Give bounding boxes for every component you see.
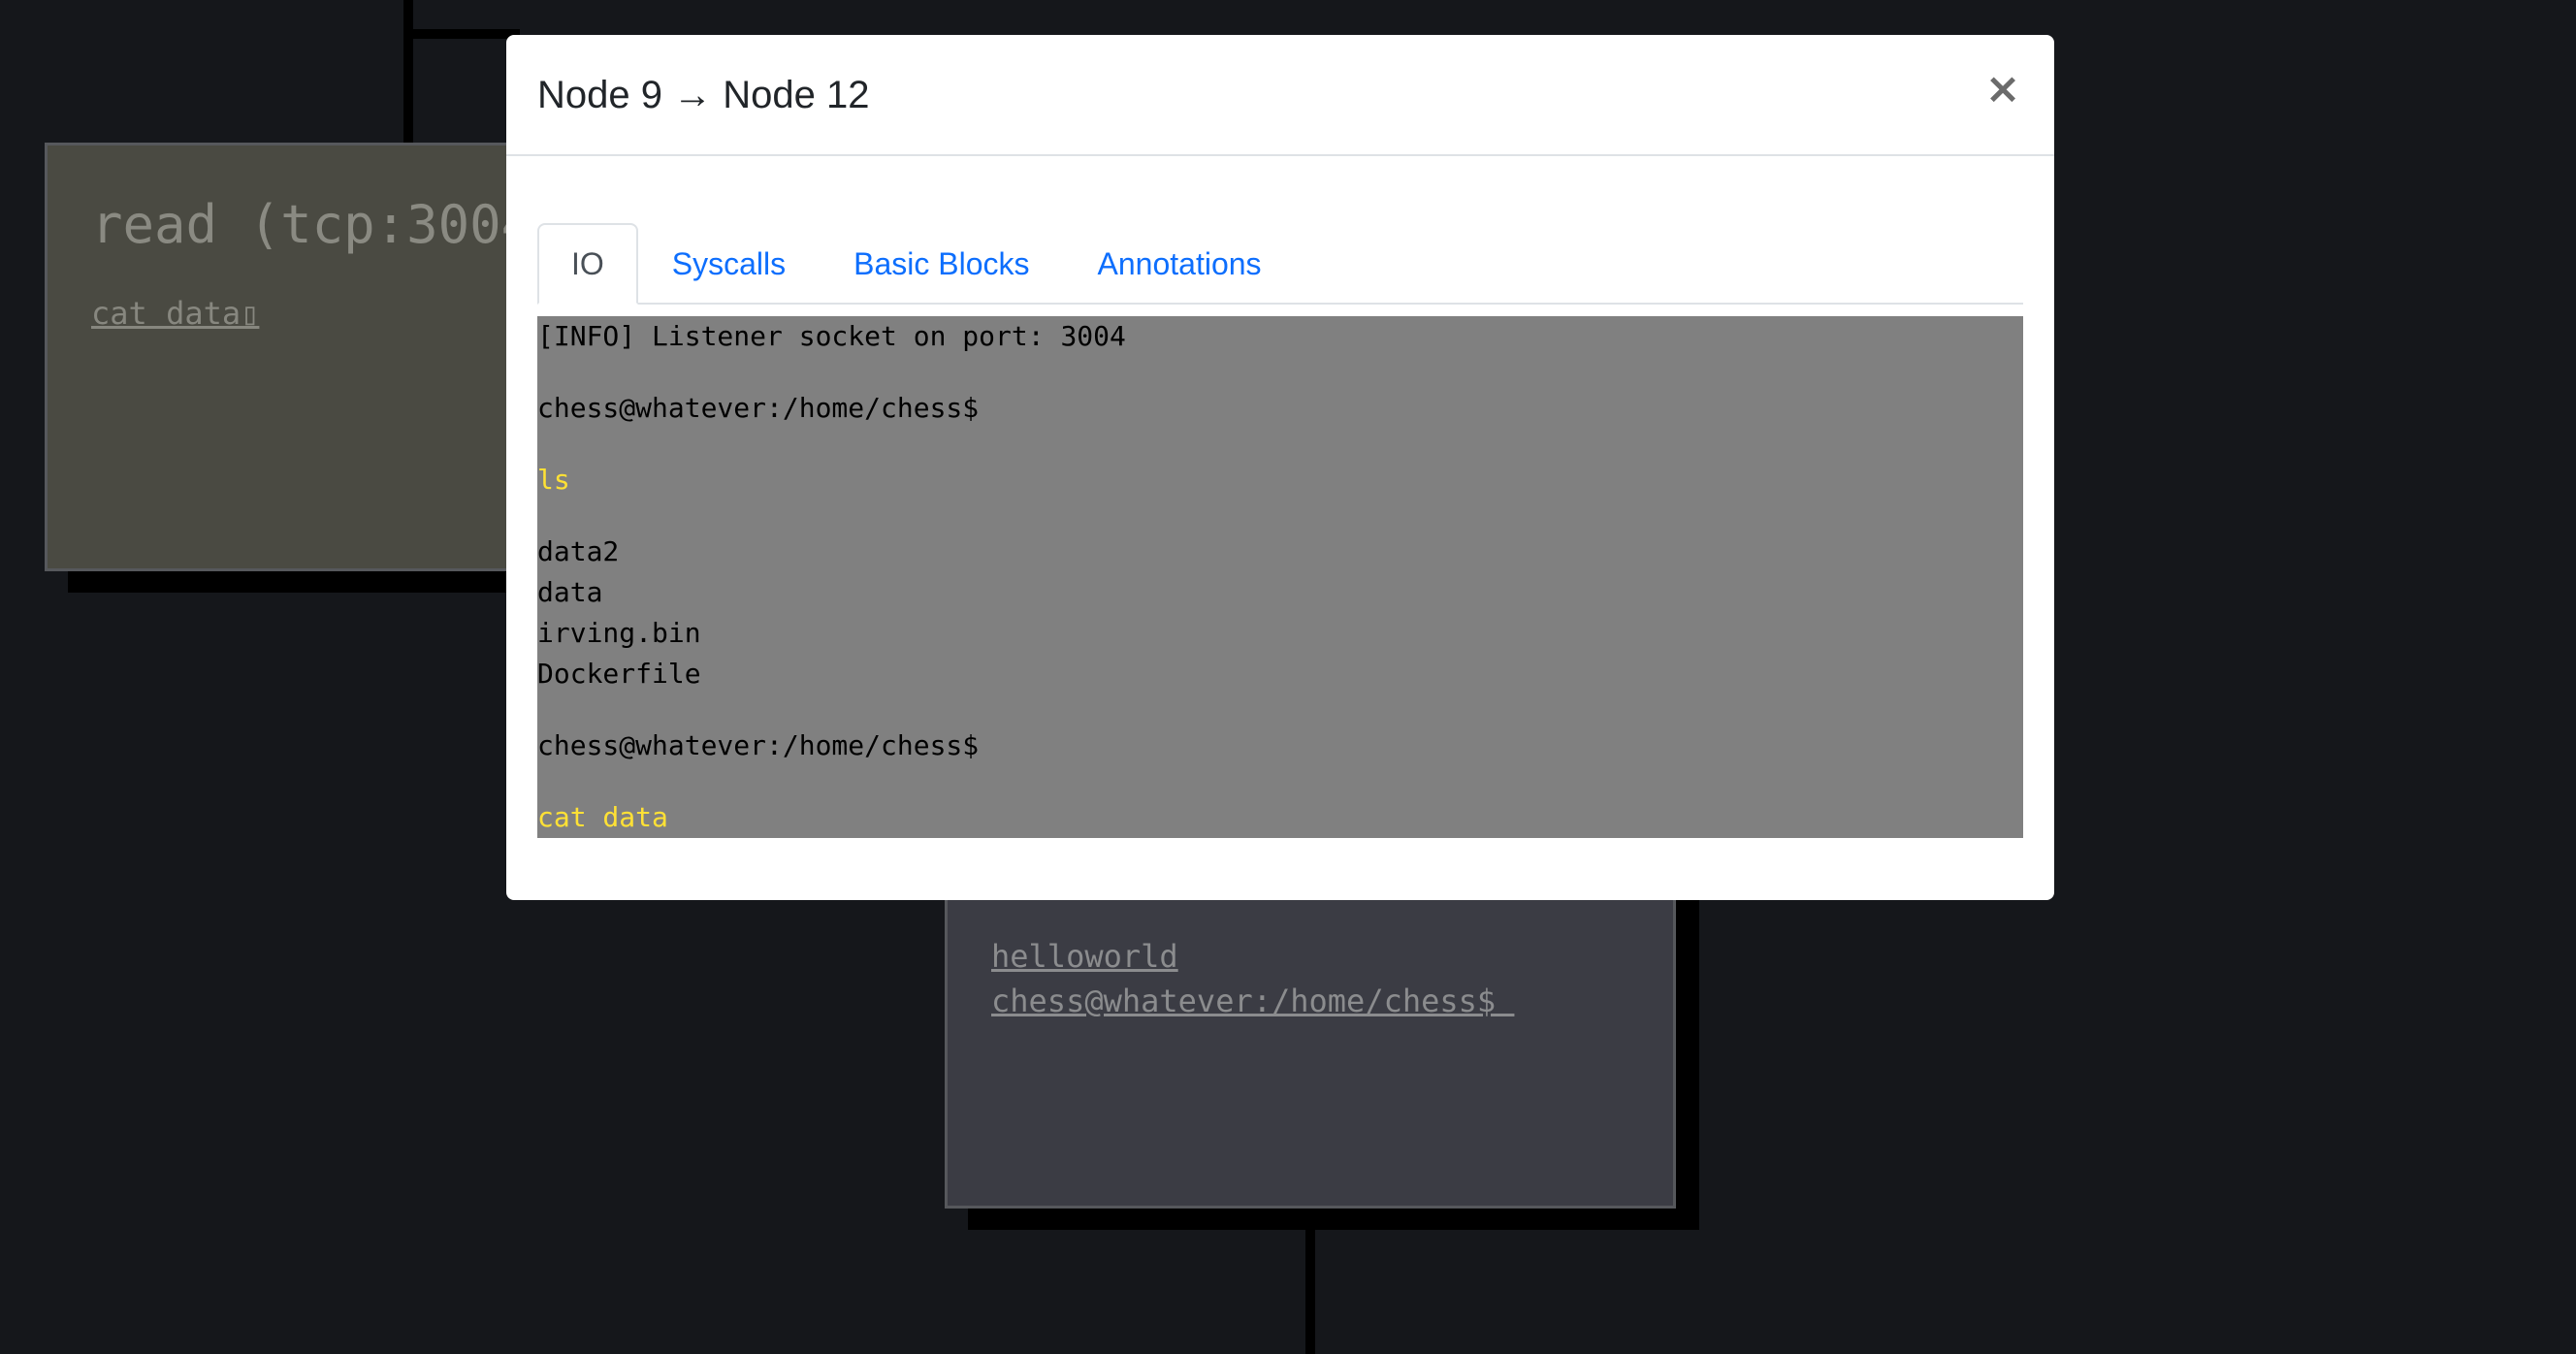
- graph-edge-top-horizontal: [403, 29, 520, 39]
- io-output-line: Dockerfile: [537, 658, 701, 690]
- io-output-block: chess@whatever:/home/chess$: [537, 725, 2023, 766]
- tab-io[interactable]: IO: [537, 223, 638, 305]
- modal-title: Node 9 → Node 12: [537, 74, 870, 116]
- io-input-line: ls: [537, 464, 570, 496]
- graph-node-title: read (tcp:3004: [91, 194, 533, 255]
- io-output-line: data: [537, 576, 603, 608]
- graph-node-read[interactable]: read (tcp:3004 cat data▯: [45, 143, 568, 571]
- io-output-line: chess@whatever:/home/chess$: [537, 729, 980, 761]
- io-input-block: ls: [537, 460, 2023, 500]
- io-output-block: [INFO] Listener socket on port: 3004: [537, 316, 2023, 357]
- graph-node-output[interactable]: helloworld chess@whatever:/home/chess$: [945, 873, 1676, 1209]
- modal-header: Node 9 → Node 12 ×: [506, 35, 2054, 156]
- tab-syscalls[interactable]: Syscalls: [638, 223, 820, 305]
- io-output-line: [INFO] Listener socket on port: 3004: [537, 320, 1126, 352]
- io-output-block: chess@whatever:/home/chess$: [537, 388, 2023, 429]
- close-icon[interactable]: ×: [1979, 62, 2027, 116]
- io-terminal: [INFO] Listener socket on port: 3004 ches…: [537, 316, 2023, 838]
- edge-detail-modal: Node 9 → Node 12 × IO Syscalls Basic Blo…: [506, 35, 2054, 900]
- modal-tabs: IO Syscalls Basic Blocks Annotations: [537, 188, 2023, 305]
- io-input-block: cat data: [537, 797, 2023, 838]
- tab-annotations[interactable]: Annotations: [1064, 223, 1296, 305]
- graph-node-link[interactable]: cat data▯: [91, 291, 259, 336]
- graph-node-link[interactable]: helloworld chess@whatever:/home/chess$: [991, 934, 1514, 1023]
- graph-node-link-line: helloworld: [991, 938, 1178, 975]
- graph-edge-top-vertical: [403, 0, 413, 143]
- io-output-line: data2: [537, 535, 620, 567]
- graph-node-link-line: chess@whatever:/home/chess$: [991, 983, 1515, 1019]
- io-output-block: data2 data irving.bin Dockerfile: [537, 532, 2023, 694]
- io-input-line: cat data: [537, 801, 668, 833]
- graph-edge-bottom-vertical: [1305, 1209, 1315, 1354]
- io-output-line: irving.bin: [537, 617, 701, 649]
- io-output-line: chess@whatever:/home/chess$: [537, 392, 980, 424]
- tab-basic-blocks[interactable]: Basic Blocks: [820, 223, 1063, 305]
